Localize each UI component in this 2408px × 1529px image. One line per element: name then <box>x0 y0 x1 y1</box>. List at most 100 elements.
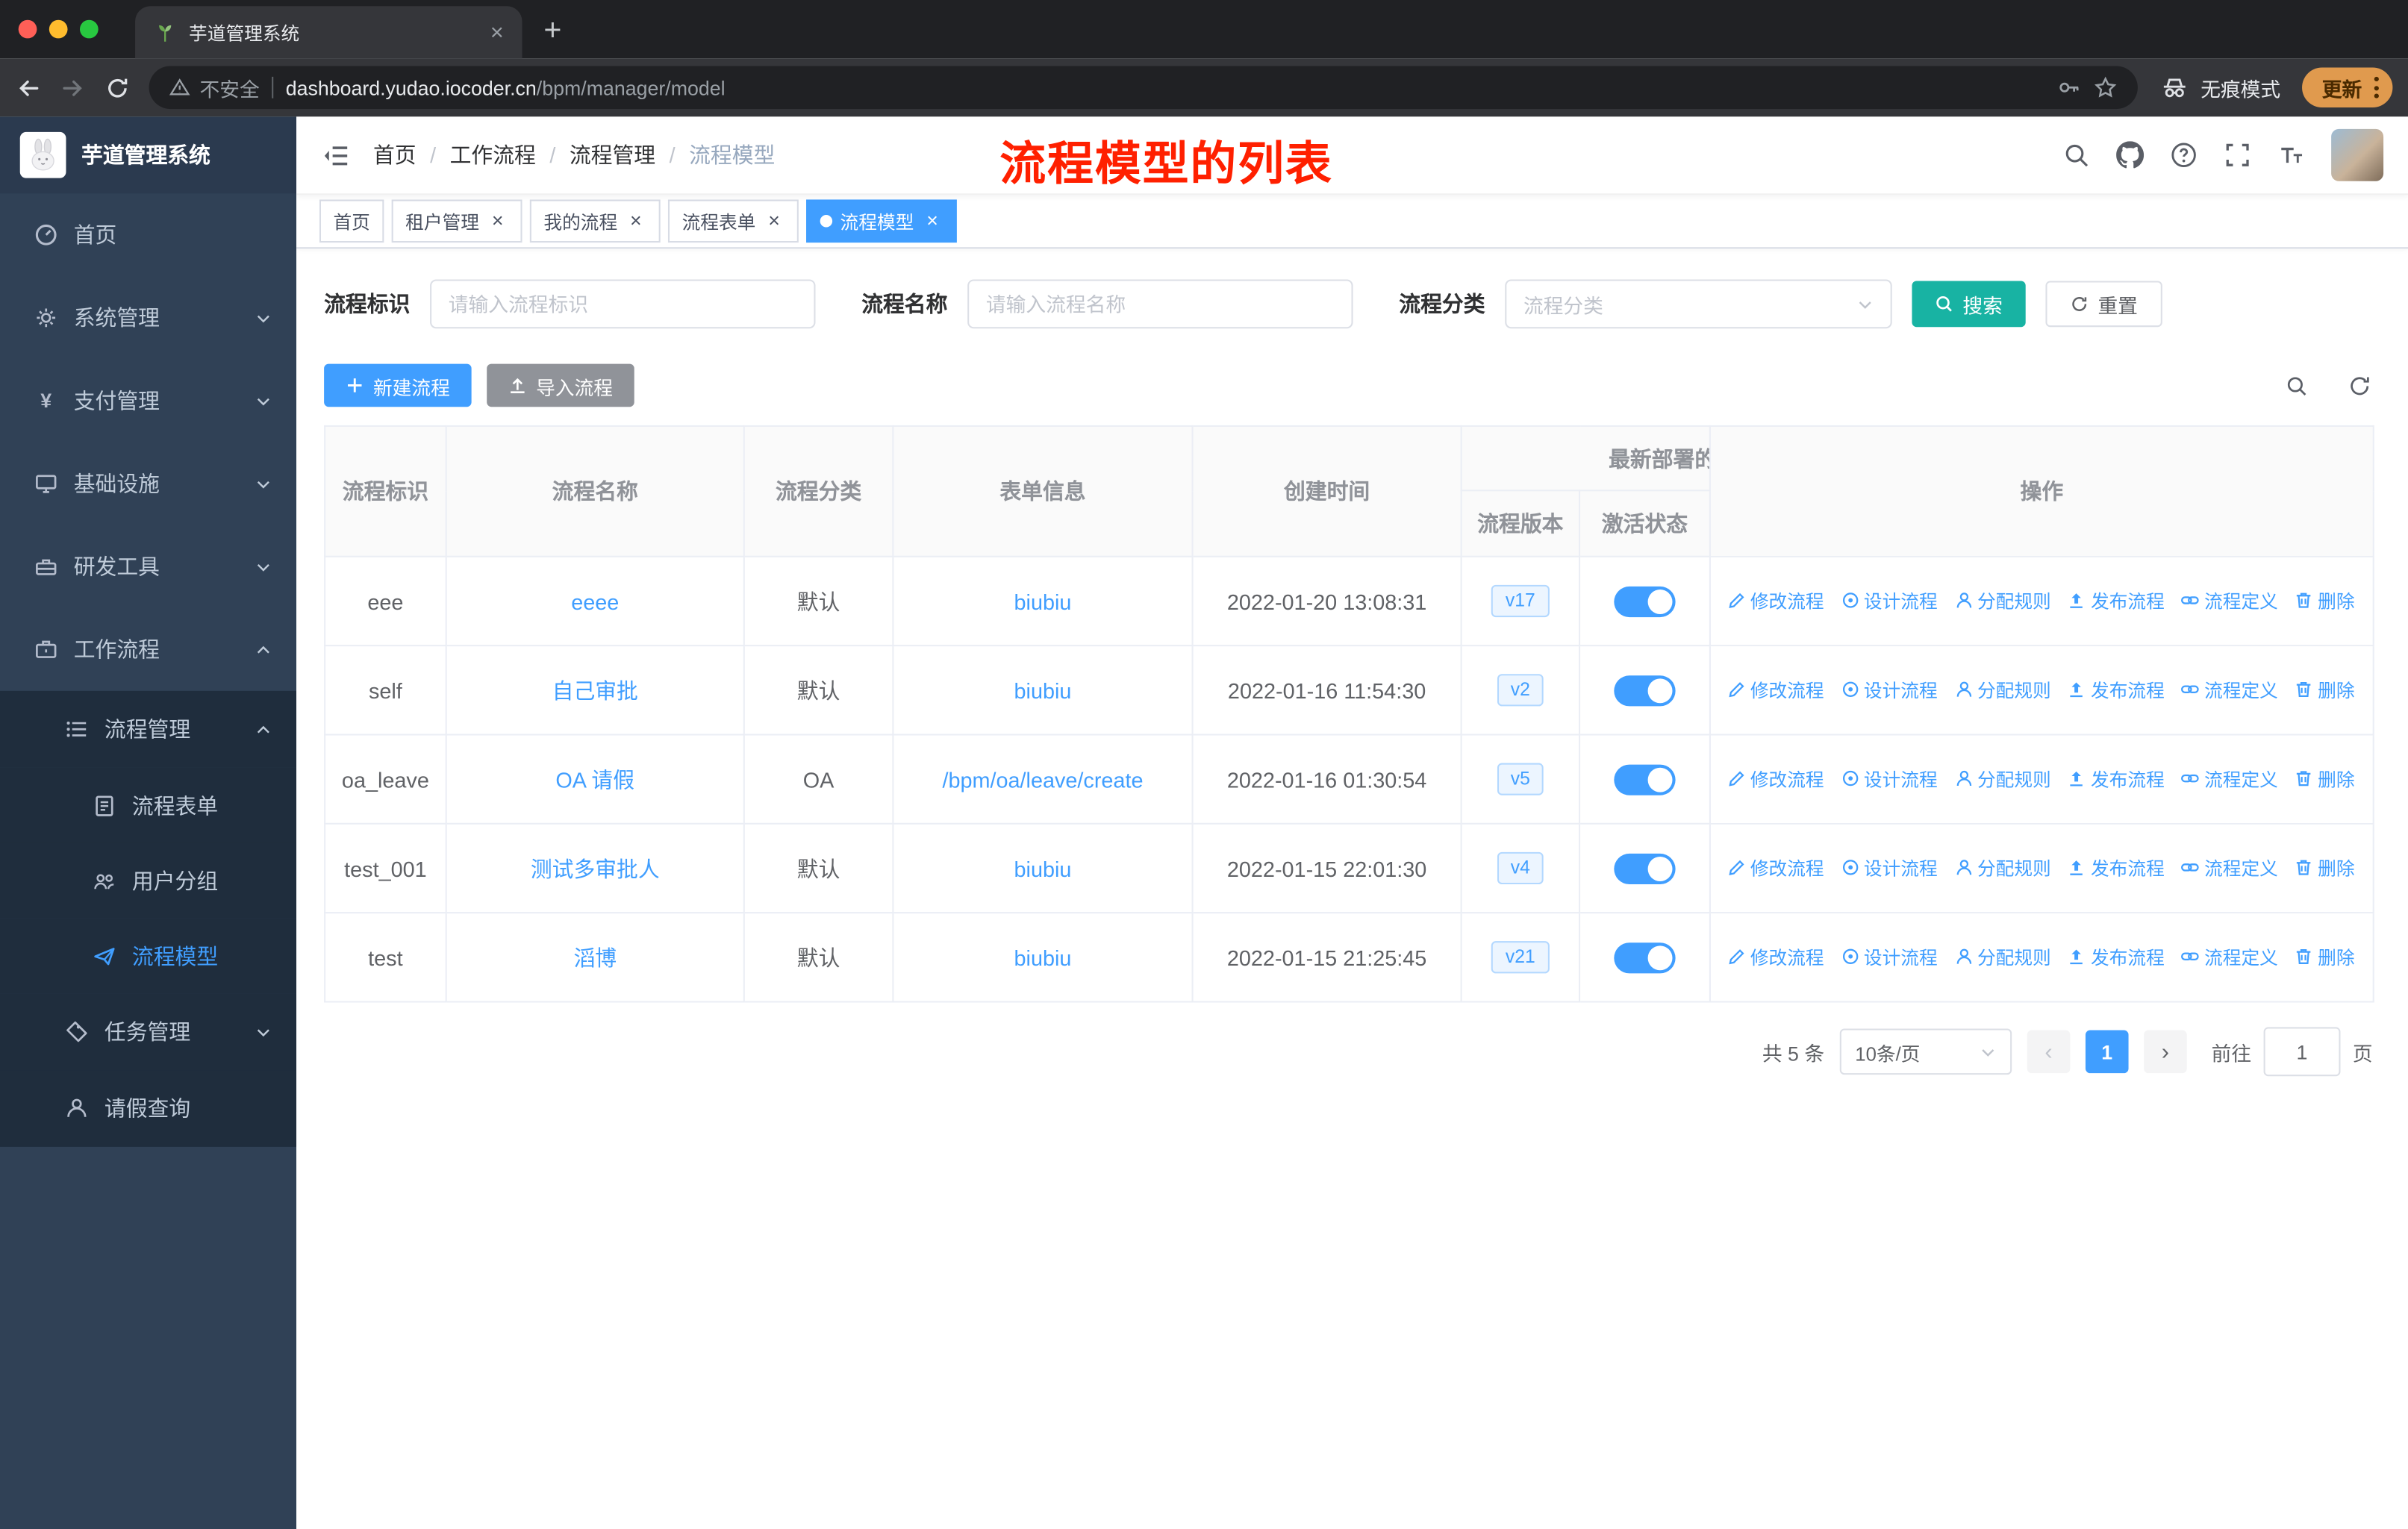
process-definition-link[interactable]: 流程定义 <box>2181 766 2278 792</box>
assign-rule-link[interactable]: 分配规则 <box>1954 677 2051 703</box>
delete-process-link[interactable]: 删除 <box>2295 587 2355 613</box>
reset-button[interactable]: 重置 <box>2045 281 2162 328</box>
tag-close-icon[interactable]: × <box>764 210 785 232</box>
process-name-input[interactable] <box>967 279 1353 329</box>
modify-process-link[interactable]: 修改流程 <box>1727 944 1824 970</box>
process-definition-link[interactable]: 流程定义 <box>2181 854 2278 881</box>
design-process-link[interactable]: 设计流程 <box>1841 677 1938 703</box>
page-size-select[interactable]: 10条/页 <box>1839 1028 2012 1075</box>
form-info-link[interactable]: biubiu <box>1014 945 1072 969</box>
create-process-button[interactable]: 新建流程 <box>324 363 472 407</box>
sidebar-item-task-management[interactable]: 任务管理 <box>0 993 297 1071</box>
form-info-link[interactable]: biubiu <box>1014 856 1072 881</box>
sidebar-item-payment[interactable]: ¥ 支付管理 <box>0 359 296 442</box>
update-browser-button[interactable]: 更新 <box>2302 67 2393 108</box>
tag-tenant-management[interactable]: 租户管理 × <box>391 199 523 243</box>
version-badge[interactable]: v5 <box>1497 763 1544 795</box>
sidebar-item-user-group[interactable]: 用户分组 <box>0 842 297 919</box>
process-id-input[interactable] <box>430 279 816 329</box>
sidebar-logo[interactable]: 芋道管理系统 <box>0 116 297 194</box>
breadcrumb-process-management[interactable]: 流程管理 <box>570 140 655 170</box>
tag-process-model[interactable]: 流程模型 × <box>806 199 957 243</box>
sidebar-collapse-icon[interactable] <box>321 140 350 169</box>
zoom-window-button[interactable] <box>79 19 99 39</box>
minimize-window-button[interactable] <box>49 19 68 39</box>
delete-process-link[interactable]: 删除 <box>2295 854 2355 881</box>
process-name-link[interactable]: 自己审批 <box>552 678 638 702</box>
tag-my-process[interactable]: 我的流程 × <box>529 199 661 243</box>
fullscreen-icon[interactable] <box>2224 141 2251 169</box>
back-icon[interactable] <box>16 75 42 101</box>
table-search-icon[interactable] <box>2285 374 2308 397</box>
breadcrumb-workflow[interactable]: 工作流程 <box>450 140 536 170</box>
assign-rule-link[interactable]: 分配规则 <box>1954 944 2051 970</box>
close-window-button[interactable] <box>18 19 37 39</box>
publish-process-link[interactable]: 发布流程 <box>2068 766 2165 792</box>
browser-tab[interactable]: 芋道管理系统 × <box>135 6 523 59</box>
address-bar[interactable]: 不安全 dashboard.yudao.iocoder.cn/bpm/manag… <box>149 66 2138 110</box>
sidebar-item-system[interactable]: 系统管理 <box>0 276 296 359</box>
sidebar-item-workflow[interactable]: 工作流程 <box>0 608 296 691</box>
publish-process-link[interactable]: 发布流程 <box>2068 677 2165 703</box>
sidebar-item-home[interactable]: 首页 <box>0 193 296 276</box>
reload-icon[interactable] <box>105 75 131 101</box>
user-avatar[interactable] <box>2331 128 2384 181</box>
delete-process-link[interactable]: 删除 <box>2295 766 2355 792</box>
form-info-link[interactable]: biubiu <box>1014 678 1072 702</box>
goto-page-input[interactable] <box>2263 1027 2341 1077</box>
prev-page-button[interactable]: ‹ <box>2027 1030 2071 1074</box>
sidebar-item-process-model[interactable]: 流程模型 <box>0 918 297 994</box>
modify-process-link[interactable]: 修改流程 <box>1727 766 1824 792</box>
active-toggle[interactable] <box>1614 675 1676 706</box>
version-badge[interactable]: v2 <box>1497 674 1544 707</box>
version-badge[interactable]: v21 <box>1491 941 1550 974</box>
help-icon[interactable] <box>2170 141 2198 169</box>
import-process-button[interactable]: 导入流程 <box>487 363 634 407</box>
next-page-button[interactable]: › <box>2144 1030 2187 1074</box>
github-icon[interactable] <box>2116 141 2145 169</box>
tag-home[interactable]: 首页 <box>319 199 384 243</box>
sidebar-item-infrastructure[interactable]: 基础设施 <box>0 443 296 525</box>
security-indicator[interactable]: 不安全 <box>169 73 260 102</box>
category-select[interactable]: 流程分类 <box>1505 279 1892 329</box>
modify-process-link[interactable]: 修改流程 <box>1727 854 1824 881</box>
new-tab-button[interactable]: + <box>543 14 561 49</box>
sidebar-item-devtools[interactable]: 研发工具 <box>0 525 296 608</box>
tag-close-icon[interactable]: × <box>487 210 508 232</box>
tag-close-icon[interactable]: × <box>625 210 646 232</box>
sidebar-item-leave-query[interactable]: 请假查询 <box>0 1070 297 1147</box>
bookmark-star-icon[interactable] <box>2093 75 2118 100</box>
modify-process-link[interactable]: 修改流程 <box>1727 587 1824 613</box>
active-toggle[interactable] <box>1614 852 1676 884</box>
version-badge[interactable]: v4 <box>1497 851 1544 885</box>
active-toggle[interactable] <box>1614 942 1676 973</box>
design-process-link[interactable]: 设计流程 <box>1841 854 1938 881</box>
font-size-icon[interactable] <box>2277 141 2305 169</box>
process-definition-link[interactable]: 流程定义 <box>2181 677 2278 703</box>
tag-close-icon[interactable]: × <box>922 210 943 232</box>
assign-rule-link[interactable]: 分配规则 <box>1954 587 2051 613</box>
process-name-link[interactable]: eeee <box>571 589 619 613</box>
process-name-link[interactable]: 滔博 <box>573 945 617 969</box>
assign-rule-link[interactable]: 分配规则 <box>1954 854 2051 881</box>
publish-process-link[interactable]: 发布流程 <box>2068 944 2165 970</box>
delete-process-link[interactable]: 删除 <box>2295 944 2355 970</box>
publish-process-link[interactable]: 发布流程 <box>2068 587 2165 613</box>
forward-icon[interactable] <box>60 75 86 101</box>
process-definition-link[interactable]: 流程定义 <box>2181 587 2278 613</box>
sidebar-item-process-management[interactable]: 流程管理 <box>0 690 297 768</box>
form-info-link[interactable]: biubiu <box>1014 589 1072 613</box>
sidebar-item-process-form[interactable]: 流程表单 <box>0 767 297 843</box>
design-process-link[interactable]: 设计流程 <box>1841 587 1938 613</box>
search-icon[interactable] <box>2062 141 2090 169</box>
active-toggle[interactable] <box>1614 585 1676 617</box>
browser-menu-icon[interactable] <box>2374 76 2379 99</box>
design-process-link[interactable]: 设计流程 <box>1841 944 1938 970</box>
modify-process-link[interactable]: 修改流程 <box>1727 677 1824 703</box>
tag-process-form[interactable]: 流程表单 × <box>668 199 799 243</box>
password-key-icon[interactable] <box>2056 75 2081 100</box>
version-badge[interactable]: v17 <box>1491 584 1550 618</box>
delete-process-link[interactable]: 删除 <box>2295 677 2355 703</box>
process-name-link[interactable]: 测试多审批人 <box>531 856 660 881</box>
tab-close-icon[interactable]: × <box>484 19 510 46</box>
